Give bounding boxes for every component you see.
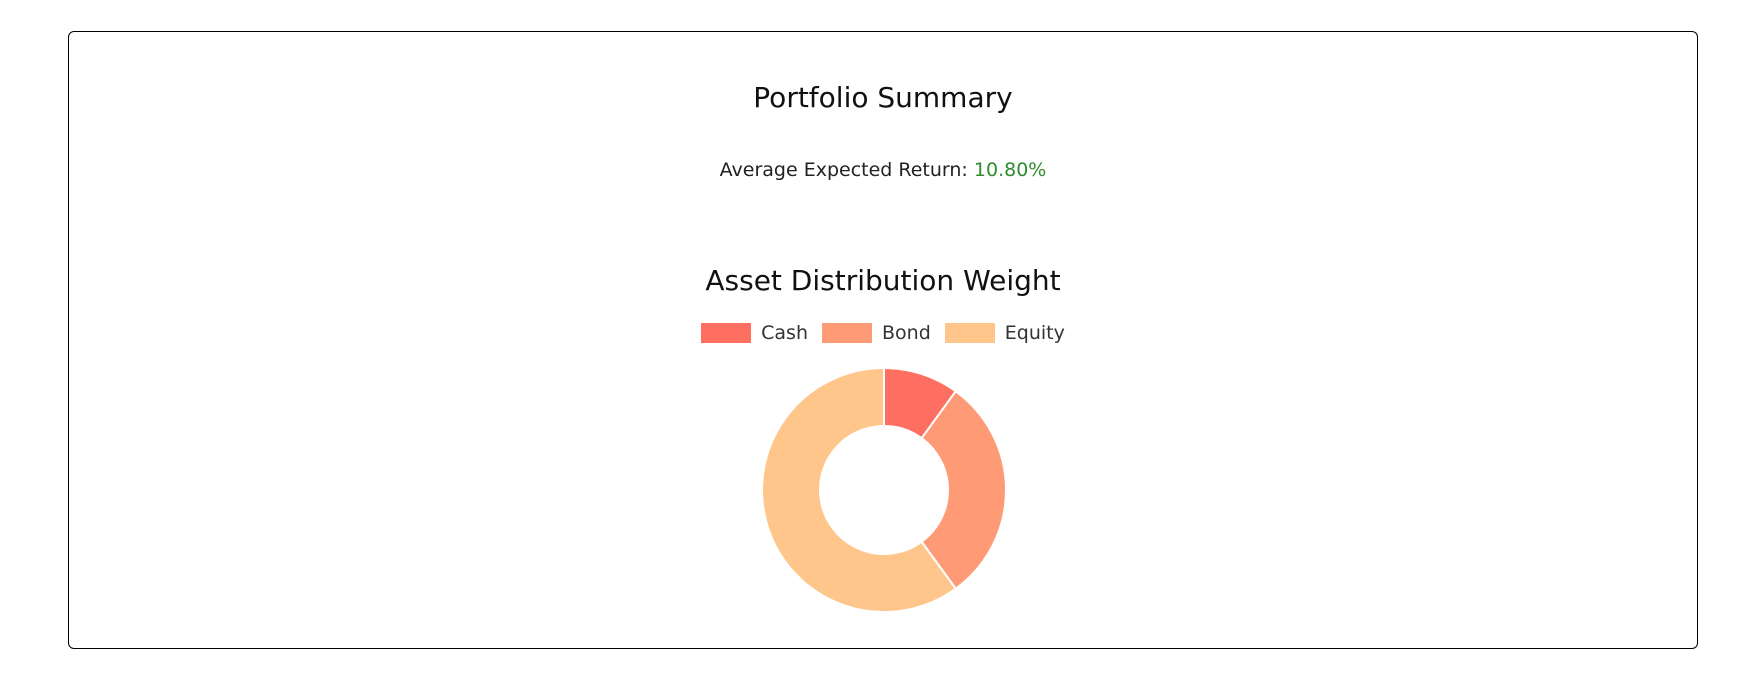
donut-chart bbox=[761, 366, 1007, 613]
portfolio-summary-card: Portfolio Summary Average Expected Retur… bbox=[68, 31, 1698, 649]
